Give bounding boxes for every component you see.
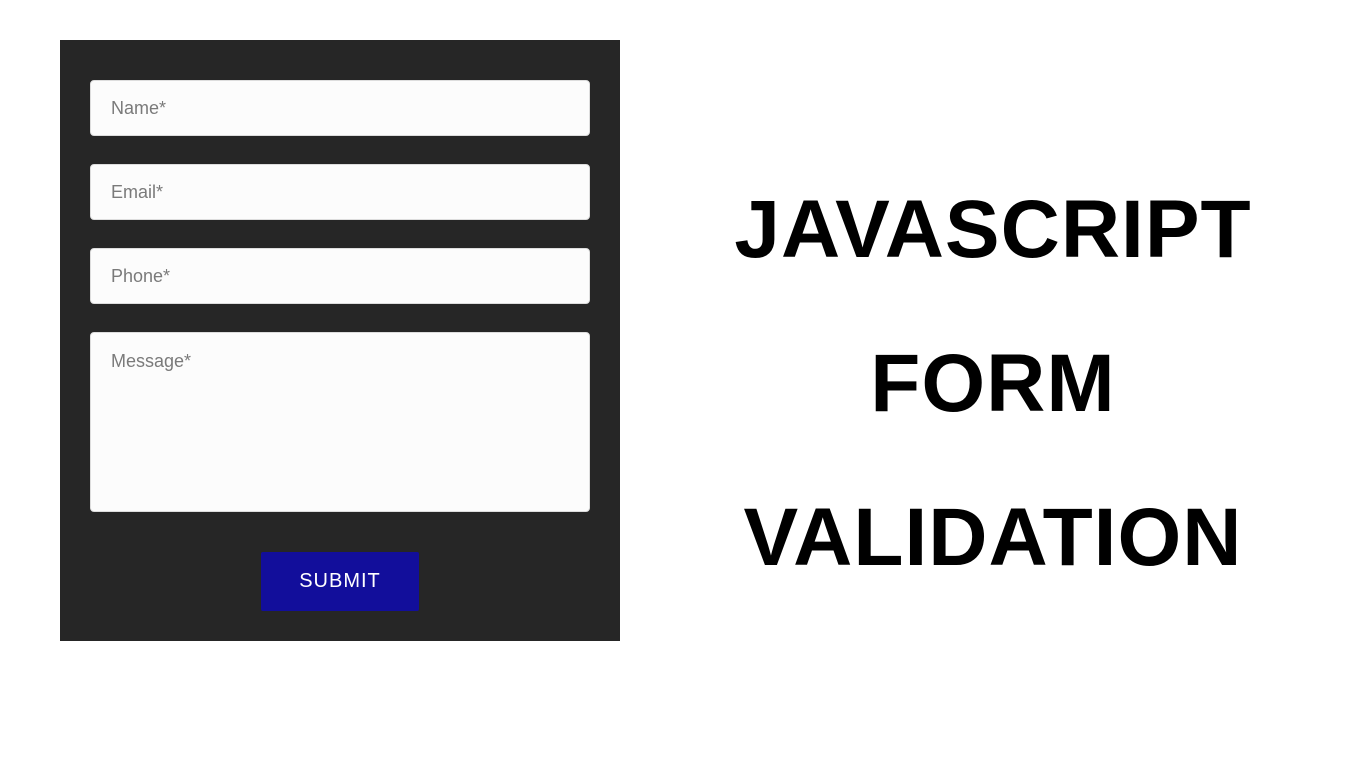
title-line-3: VALIDATION	[744, 491, 1243, 585]
name-input[interactable]	[90, 80, 590, 136]
submit-wrap: SUBMIT	[90, 552, 590, 611]
form-panel: SUBMIT	[60, 40, 620, 641]
title-area: JAVASCRIPT FORM VALIDATION	[620, 40, 1326, 728]
title-line-2: FORM	[870, 337, 1115, 431]
submit-button[interactable]: SUBMIT	[261, 552, 419, 611]
message-textarea[interactable]	[90, 332, 590, 512]
title-line-1: JAVASCRIPT	[734, 183, 1251, 277]
email-input[interactable]	[90, 164, 590, 220]
phone-input[interactable]	[90, 248, 590, 304]
